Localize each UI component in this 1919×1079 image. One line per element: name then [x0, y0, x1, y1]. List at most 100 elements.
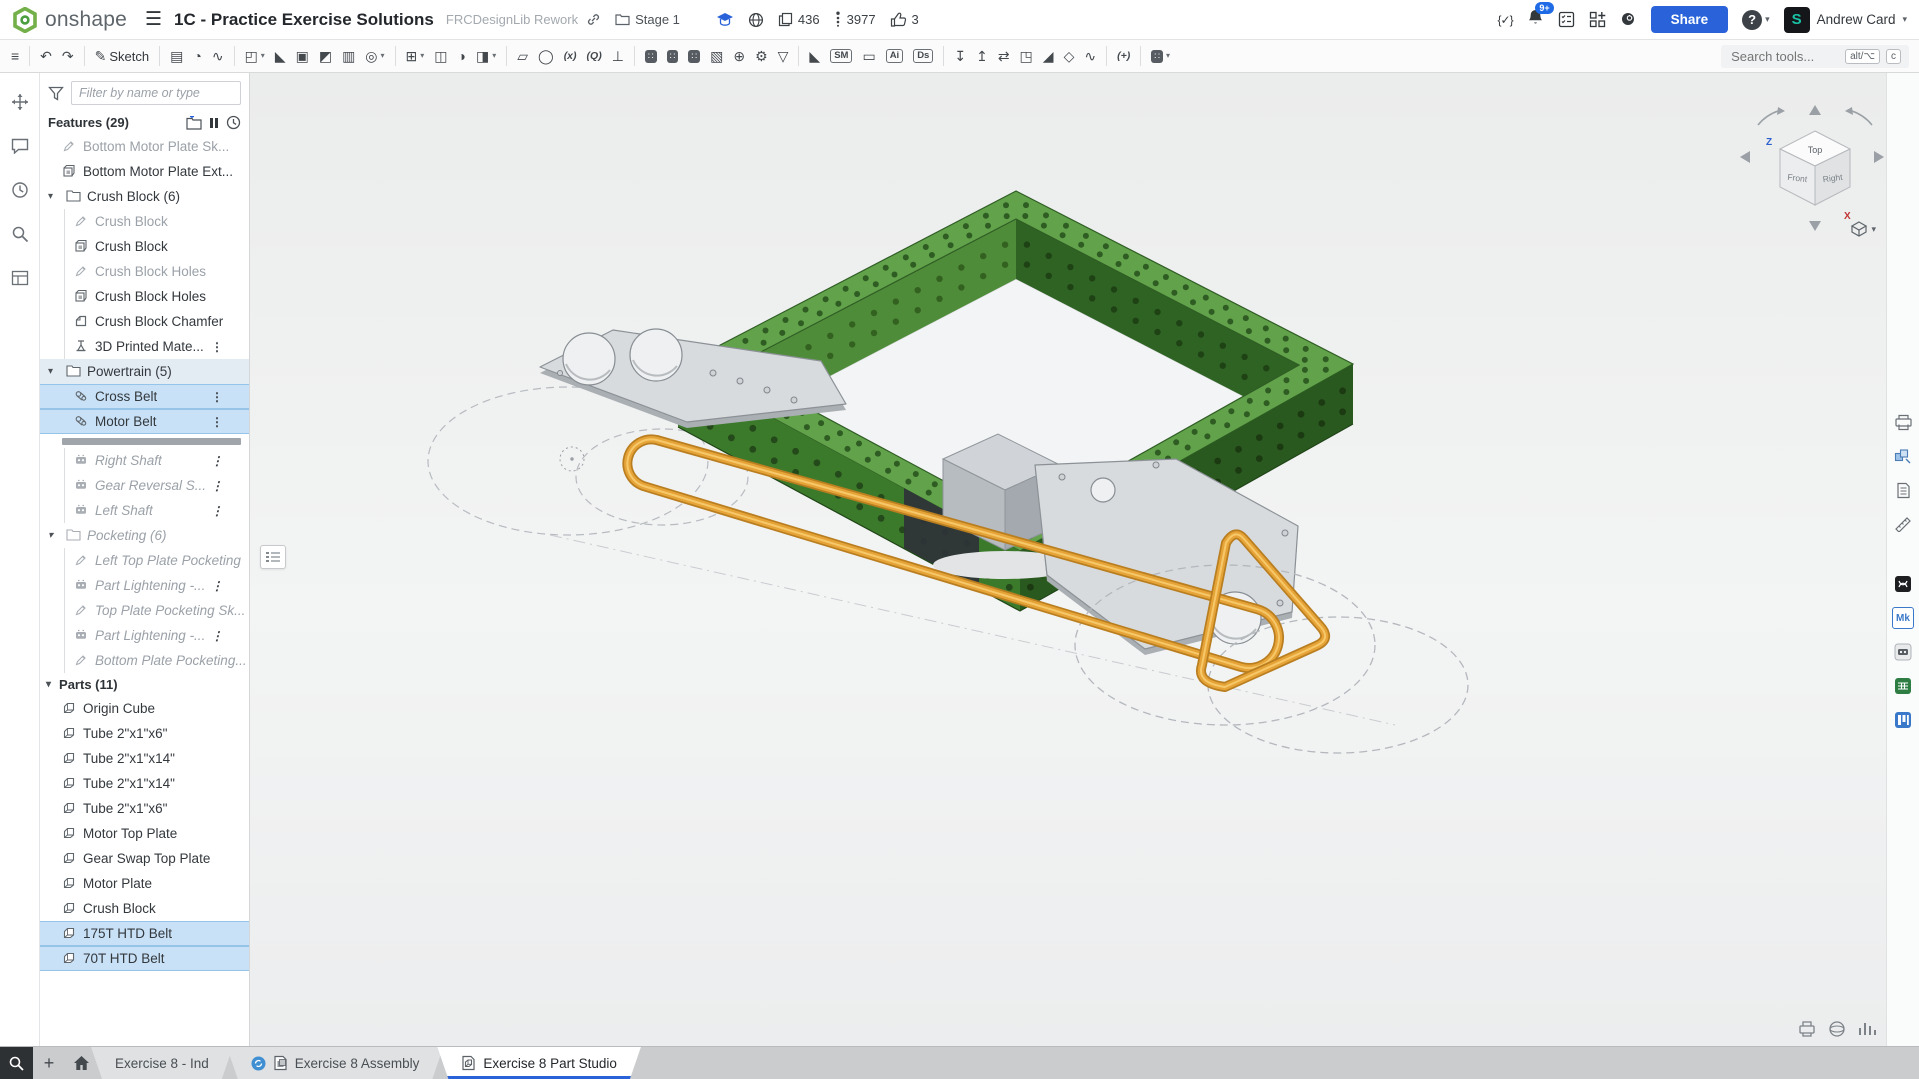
- mate-connector-icon[interactable]: ⊥: [607, 46, 629, 66]
- selection-tool-icon[interactable]: [9, 91, 31, 113]
- tasks-button[interactable]: [1558, 11, 1575, 28]
- view-options-button[interactable]: ▾: [1850, 221, 1876, 237]
- mirror-icon[interactable]: ◫: [429, 46, 452, 66]
- tag-icon[interactable]: ◇: [1059, 46, 1080, 66]
- sweep-icon[interactable]: ∿: [207, 46, 229, 66]
- 3d-viewport[interactable]: Top Front Right Z X ▾: [250, 73, 1886, 1046]
- ai-tool-icon[interactable]: Ai: [881, 46, 909, 66]
- properties-icon[interactable]: [9, 267, 31, 289]
- mate-connector-flag-icon[interactable]: ⋮: [211, 479, 223, 493]
- viewport-tool-3-icon[interactable]: [1856, 1018, 1878, 1040]
- mate-connector-flag-icon[interactable]: ⋮: [211, 415, 223, 429]
- notifications-button[interactable]: 9+: [1527, 8, 1544, 31]
- custom-feature-menu-icon[interactable]: ∷▾: [1146, 47, 1175, 66]
- sheet-metal-icon[interactable]: SM: [825, 46, 857, 66]
- part-item[interactable]: Origin Cube: [40, 696, 249, 721]
- feature-item[interactable]: Crush Block Holes: [40, 284, 249, 309]
- feature-item[interactable]: Gear Reversal S...⋮: [40, 473, 249, 498]
- part-item[interactable]: Tube 2"x1"x6": [40, 721, 249, 746]
- feature-item[interactable]: Crush Block Chamfer: [40, 309, 249, 334]
- plane-icon[interactable]: ▱: [512, 46, 533, 66]
- feature-item[interactable]: ▾Pocketing (6): [40, 523, 249, 548]
- assembly-panel-icon[interactable]: [1892, 445, 1914, 467]
- feature-item[interactable]: Crush Block: [40, 209, 249, 234]
- rollback-history-icon[interactable]: [226, 115, 241, 130]
- mate-connector-flag-icon[interactable]: ⋮: [211, 454, 223, 468]
- feature-item[interactable]: Crush Block: [40, 234, 249, 259]
- measure-panel-icon[interactable]: [1892, 513, 1914, 535]
- display-filter-icon[interactable]: ▽: [773, 46, 794, 66]
- chevron-down-icon[interactable]: ▾: [48, 191, 60, 202]
- view-up-arrow[interactable]: [1809, 105, 1821, 115]
- viewport-tool-2-icon[interactable]: [1826, 1018, 1848, 1040]
- appearance-icon[interactable]: ▧: [705, 46, 728, 66]
- suppress-pause-icon[interactable]: [210, 118, 218, 128]
- onshape-logo[interactable]: onshape: [12, 7, 127, 33]
- document-panel-icon[interactable]: [1892, 479, 1914, 501]
- view-cube[interactable]: Top Front Right Z X: [1740, 105, 1884, 231]
- app-sheet-icon[interactable]: [1892, 675, 1914, 697]
- gear-feature-icon[interactable]: ∷: [683, 47, 705, 66]
- view-right-arrow[interactable]: [1874, 151, 1884, 163]
- learning-center-button[interactable]: [1620, 11, 1637, 28]
- featurescript-icon[interactable]: {✓}: [1498, 13, 1513, 27]
- boolean-icon[interactable]: ◑: [453, 46, 471, 66]
- split-icon[interactable]: ◨▾: [471, 46, 501, 66]
- link-icon[interactable]: [586, 12, 601, 27]
- mate-connector-flag-icon[interactable]: ⋮: [211, 629, 223, 643]
- feature-flyout-button[interactable]: [260, 545, 286, 569]
- feature-item[interactable]: Crush Block Holes: [40, 259, 249, 284]
- tab-exercise-8-assembly[interactable]: Exercise 8 Assembly: [227, 1047, 444, 1079]
- workspace-selector[interactable]: Stage 1: [615, 12, 680, 27]
- rib-icon[interactable]: ▥: [337, 46, 360, 66]
- feature-item[interactable]: 3D Printed Mate...⋮: [40, 334, 249, 359]
- app-mk-icon[interactable]: Mk: [1892, 607, 1914, 629]
- shell-icon[interactable]: ▣: [291, 46, 314, 66]
- view-down-arrow[interactable]: [1809, 221, 1821, 231]
- settings-gear-icon[interactable]: ⚙: [750, 46, 773, 66]
- chevron-down-icon[interactable]: ▾: [48, 366, 60, 377]
- extrude-icon[interactable]: ▤: [165, 46, 188, 66]
- mate-connector-flag-icon[interactable]: ⋮: [211, 579, 223, 593]
- part-item[interactable]: Tube 2"x1"x14": [40, 746, 249, 771]
- user-menu[interactable]: S Andrew Card ▾: [1784, 7, 1907, 33]
- tab-exercise-8-part-studio[interactable]: Exercise 8 Part Studio: [437, 1047, 641, 1079]
- part-item[interactable]: 175T HTD Belt: [40, 921, 249, 946]
- part-item[interactable]: 70T HTD Belt: [40, 946, 249, 971]
- hole-icon[interactable]: ◎▾: [360, 46, 389, 66]
- feature-item[interactable]: Cross Belt⋮: [40, 384, 249, 409]
- feature-filter-input[interactable]: [71, 81, 241, 105]
- feature-item[interactable]: Bottom Motor Plate Sk...: [40, 134, 249, 159]
- compare-icon[interactable]: ⇄: [993, 46, 1015, 66]
- sketch-icon[interactable]: ✎Sketch: [90, 46, 154, 66]
- view-left-arrow[interactable]: [1740, 151, 1750, 163]
- feature-item[interactable]: ▾Powertrain (5): [40, 359, 249, 384]
- mate-connector-flag-icon[interactable]: ⋮: [211, 340, 223, 354]
- insert-plus-icon[interactable]: (+): [1112, 48, 1135, 65]
- rotate-ccw-icon[interactable]: [1845, 107, 1853, 115]
- versions-icon[interactable]: [9, 179, 31, 201]
- new-tab-button[interactable]: +: [33, 1047, 65, 1079]
- lighten-feature-icon[interactable]: ∷: [662, 47, 684, 66]
- feature-item[interactable]: Top Plate Pocketing Sk...: [40, 598, 249, 623]
- feature-item[interactable]: Motor Belt⋮: [40, 409, 249, 434]
- anchor-icon[interactable]: ⊕: [728, 46, 750, 66]
- document-search-icon[interactable]: [0, 1047, 33, 1079]
- feature-item[interactable]: Bottom Motor Plate Ext...: [40, 159, 249, 184]
- part-item[interactable]: Tube 2"x1"x14": [40, 771, 249, 796]
- part-item[interactable]: Tube 2"x1"x6": [40, 796, 249, 821]
- print-icon[interactable]: [1892, 411, 1914, 433]
- tab-exercise-8-ind[interactable]: Exercise 8 - Ind: [91, 1047, 233, 1079]
- app-columns-icon[interactable]: [1892, 709, 1914, 731]
- part-item[interactable]: Motor Plate: [40, 871, 249, 896]
- corner-icon[interactable]: ◢: [1038, 46, 1059, 66]
- feature-item[interactable]: Part Lightening -...⋮: [40, 573, 249, 598]
- feature-item[interactable]: Left Shaft⋮: [40, 498, 249, 523]
- search-tools-input[interactable]: [1729, 48, 1839, 65]
- part-item[interactable]: Gear Swap Top Plate: [40, 846, 249, 871]
- spline-icon[interactable]: ∿: [1079, 46, 1101, 66]
- belt-feature-icon[interactable]: ∷: [640, 47, 662, 66]
- app-robot-icon[interactable]: [1892, 641, 1914, 663]
- viewport-tool-1-icon[interactable]: [1796, 1018, 1818, 1040]
- mate-connector-flag-icon[interactable]: ⋮: [211, 504, 223, 518]
